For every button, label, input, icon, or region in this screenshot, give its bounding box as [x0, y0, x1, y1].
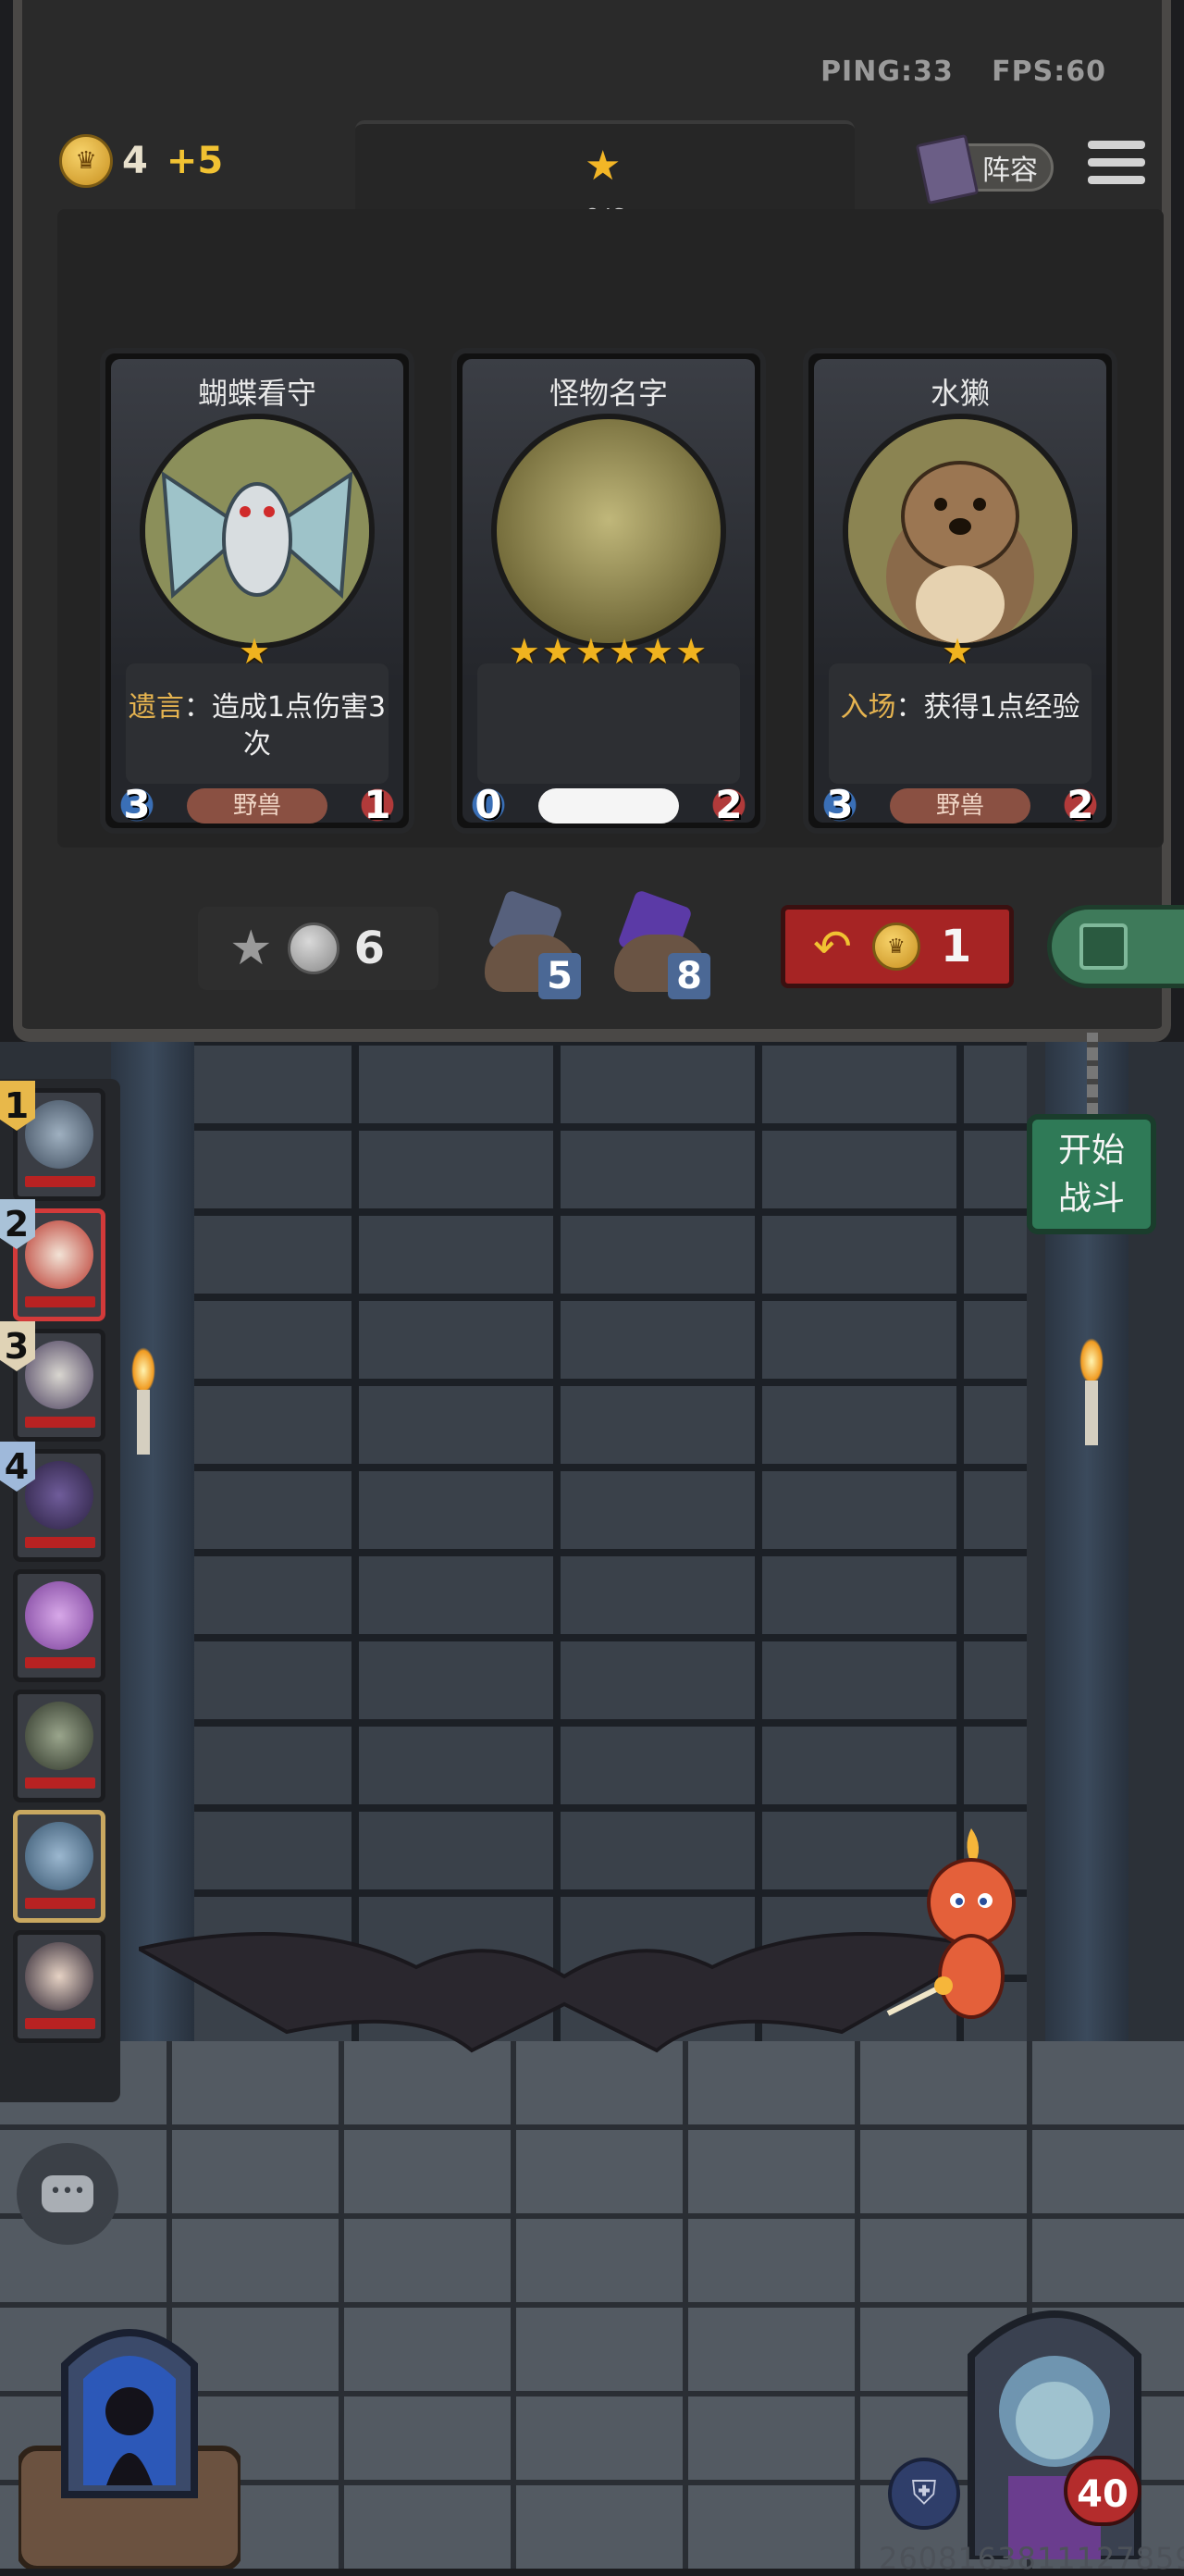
card-tribe: [538, 788, 679, 824]
refresh-icon: ↶: [813, 920, 852, 973]
shop-panel: PING:33 FPS:60 ♛ 4 +5 ★ 0/6 阵容 蝴蝶看守: [13, 0, 1184, 1042]
network-stats: PING:33 FPS:60: [793, 56, 1106, 88]
lineup-label: 阵容: [982, 155, 1038, 187]
unit-portrait: [25, 1942, 93, 2011]
silver-coin-icon: [287, 923, 339, 974]
card-name: 蝴蝶看守: [197, 376, 316, 411]
refresh-button[interactable]: ↶ ♛ 1: [781, 905, 1014, 988]
gold-income: +5: [166, 140, 224, 182]
lock-shop-button[interactable]: [1047, 905, 1184, 988]
card-name: 怪物名字: [549, 376, 668, 411]
card-attack: 3: [812, 777, 868, 833]
roster-slot[interactable]: [13, 1569, 105, 1682]
unit-portrait: [25, 1220, 93, 1289]
card-health: 2: [1053, 777, 1108, 833]
card-description: [477, 663, 740, 784]
shop-cards-area: 蝴蝶看守 ★ 遗言：造成1点伤害3次 3 野兽 1 怪物名字 ★★★★★★ 0 …: [57, 209, 1164, 848]
unit-portrait: [25, 1100, 93, 1169]
card-keyword: 入场: [840, 691, 896, 724]
book-icon: [915, 133, 980, 205]
blue-gem-count: 5: [538, 953, 581, 999]
card-text: ：造成1点伤害3次: [183, 691, 387, 761]
card-keyword: 遗言: [128, 691, 184, 724]
shop-card[interactable]: 蝴蝶看守 ★ 遗言：造成1点伤害3次 3 野兽 1: [100, 348, 414, 834]
padlock-icon: [1079, 923, 1128, 970]
chat-button[interactable]: •••: [17, 2143, 118, 2245]
gold-display: ♛ 4 +5: [59, 134, 223, 188]
purple-gem-count: 8: [668, 953, 710, 999]
shop-card[interactable]: 怪物名字 ★★★★★★ 0 2: [451, 348, 766, 834]
ping-label: PING:33: [820, 56, 954, 88]
gold-value: 4: [122, 140, 148, 182]
bat-emblem-icon: [139, 1932, 990, 2053]
purple-gem-bag[interactable]: 8: [614, 888, 716, 999]
torch-icon: [111, 1347, 176, 1458]
card-portrait-empty: [491, 414, 726, 649]
card-portrait: [843, 414, 1078, 649]
user-id: 2608163811127859: [879, 2541, 1184, 2576]
star-icon: ★: [585, 142, 622, 190]
battle-scene: 开始 战斗 1 2 3 4 ••• ⛨ 40 2608163811127859: [0, 1033, 1184, 2576]
card-tribe: 野兽: [187, 788, 327, 824]
card-tribe: 野兽: [890, 788, 1030, 824]
portal-door-icon[interactable]: [18, 2300, 240, 2569]
card-health: 2: [701, 777, 757, 833]
card-text: ：获得1点经验: [895, 691, 1080, 724]
start-battle-button[interactable]: 开始 战斗: [1027, 1114, 1156, 1234]
card-description: 入场：获得1点经验: [829, 663, 1092, 784]
shop-action-bar: ★ 6 5 8 ↶ ♛ 1: [22, 888, 1184, 1009]
upgrade-tier-button[interactable]: ★ 6: [198, 907, 438, 990]
start-battle-line1: 开始: [1057, 1132, 1125, 1170]
card-description: 遗言：造成1点伤害3次: [126, 663, 388, 784]
unit-portrait: [25, 1822, 93, 1890]
team-roster: 1 2 3 4: [0, 1079, 120, 2102]
unit-portrait: [25, 1702, 93, 1770]
player-health: 40: [1064, 2456, 1141, 2526]
blue-gem-bag[interactable]: 5: [485, 888, 586, 999]
start-battle-line2: 战斗: [1057, 1180, 1125, 1218]
star-up-icon: ★: [229, 921, 273, 976]
card-portrait: [140, 414, 375, 649]
roster-slot[interactable]: [13, 1810, 105, 1923]
shield-icon: ⛨: [888, 2458, 960, 2530]
unit-portrait: [25, 1461, 93, 1530]
fps-label: FPS:60: [992, 56, 1106, 88]
card-health: 1: [350, 777, 405, 833]
shop-card[interactable]: 水獭 ★ 入场：获得1点经验 3 野兽 2: [803, 348, 1117, 834]
crown-coin-icon: ♛: [871, 923, 920, 971]
roster-slot[interactable]: [13, 1690, 105, 1802]
card-attack: 3: [109, 777, 165, 833]
torch-icon: [1059, 1338, 1124, 1449]
unit-portrait: [25, 1581, 93, 1650]
menu-icon[interactable]: [1088, 141, 1145, 192]
chain-icon: [1087, 1033, 1098, 1116]
hero-character: [886, 1828, 1016, 2019]
roster-slot[interactable]: [13, 1930, 105, 2043]
refresh-cost: 1: [940, 921, 972, 972]
crown-coin-icon: ♛: [59, 134, 113, 188]
upgrade-cost: 6: [353, 923, 386, 974]
card-attack: 0: [461, 777, 516, 833]
unit-portrait: [25, 1341, 93, 1409]
lineup-button[interactable]: 阵容: [915, 133, 1054, 205]
card-name: 水獭: [930, 376, 990, 411]
chat-bubble-icon: •••: [42, 2175, 93, 2212]
